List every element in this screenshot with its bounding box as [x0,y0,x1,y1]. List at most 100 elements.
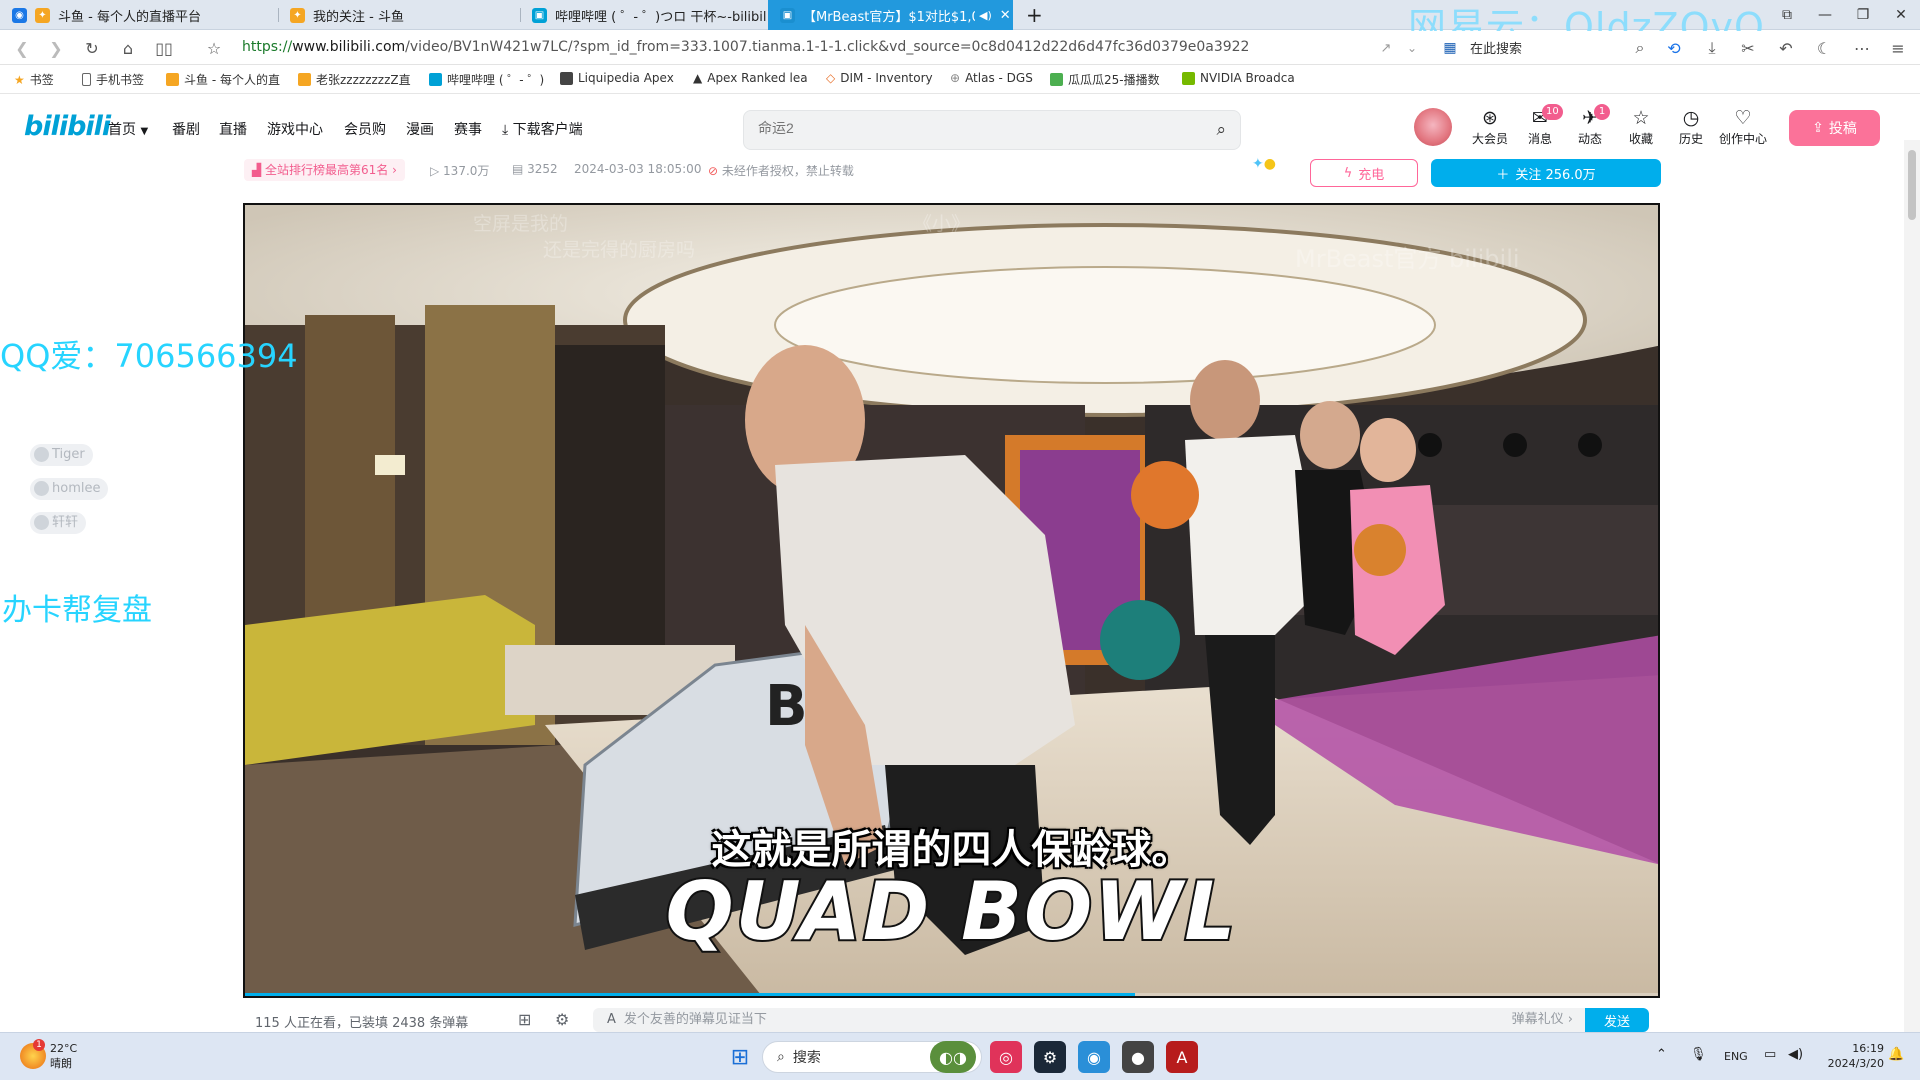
reader-icon[interactable]: ▯▯ [152,36,176,60]
font-style-icon[interactable]: A [607,1012,616,1027]
bookmark-item[interactable]: 瓜瓜瓜25-播播数 [1050,71,1160,88]
autocad-icon[interactable]: A [1166,1041,1198,1073]
netease-music-icon[interactable]: ◎ [990,1041,1022,1073]
dark-mode-icon[interactable]: ☾ [1812,36,1836,60]
forward-icon[interactable]: ❯ [44,36,68,60]
bookmark-item[interactable]: ◇ DIM - Inventory [826,71,933,85]
undo-icon[interactable]: ↶ [1774,36,1798,60]
obs-icon[interactable]: ● [1122,1041,1154,1073]
url-field[interactable]: https://www.bilibili.com/video/BV1nW421w… [242,39,1249,55]
menu-icon[interactable]: ≡ [1886,36,1910,60]
download-icon: ⤓ [502,122,509,138]
bookmark-item[interactable]: 斗鱼 - 每个人的直 [166,71,280,88]
screenshot-icon[interactable]: ✂ [1736,36,1760,60]
weather-widget[interactable]: 22°C 晴朗 [50,1041,77,1071]
bookmark-item[interactable]: Liquipedia Apex [560,71,674,85]
bookmark-item[interactable]: 手机书签 [82,71,144,88]
nav-download-client[interactable]: ⤓ 下载客户端 [502,119,583,139]
header-creator-center[interactable]: ♡ 创作中心 [1718,108,1768,147]
danmaku-count: ▤ 3252 [512,162,558,176]
header-favorites[interactable]: ☆ 收藏 [1619,108,1663,147]
back-icon[interactable]: ❮ [10,36,34,60]
video-progress-bar[interactable] [245,993,1658,996]
bookmark-item[interactable]: ▲ Apex Ranked lea [693,71,808,85]
tab-close-icon[interactable]: ✕ [1000,8,1011,23]
browser-search-box[interactable]: 在此搜索 [1470,38,1522,57]
system-clock[interactable]: 16:19 2024/3/20 [1818,1041,1884,1071]
bookmark-item[interactable]: ★ 书签 [14,71,54,88]
home-icon[interactable]: ⌂ [116,36,140,60]
reload-icon[interactable]: ↻ [80,36,104,60]
search-engine-icon[interactable]: ▦ [1438,36,1462,60]
browser-taskbar-icon[interactable]: ◉ [1078,1041,1110,1073]
nav-home[interactable]: 首页 ▼ [108,119,148,139]
more-icon[interactable]: ⋯ [1850,36,1874,60]
bookmark-item[interactable]: 哔哩哔哩 ( ゜- ゜) [429,71,544,88]
minimize-icon[interactable]: — [1806,0,1844,30]
browser-tab-douyu-follow[interactable]: ✦ 我的关注 - 斗鱼 [278,0,520,30]
address-bar-row: ❮ ❯ ↻ ⌂ ▯▯ ☆ https://www.bilibili.com/vi… [0,31,1920,65]
language-indicator[interactable]: ENG [1724,1050,1748,1063]
guagua-icon [1050,73,1063,86]
windows-start-icon[interactable]: ⊞ [724,1041,756,1073]
history-icon: ◷ [1682,107,1700,129]
header-messages[interactable]: ✉ 消息 10 [1518,104,1563,147]
header-vip[interactable]: ⊛ 大会员 [1468,108,1512,147]
follow-button[interactable]: ＋关注 256.0万 [1431,159,1661,187]
audio-playing-icon[interactable]: ◀) [979,9,992,22]
rank-badge[interactable]: ▟ 全站排行榜最高第61名 › [244,159,405,181]
close-window-icon[interactable]: ✕ [1882,0,1920,30]
steam-icon[interactable]: ⚙ [1034,1041,1066,1073]
search-icon[interactable]: ⌕ [1216,120,1226,140]
creator-icon: ♡ [1734,107,1752,129]
bili-search-input[interactable] [758,120,1198,136]
copyright-notice: ⊘ 未经作者授权，禁止转载 [708,164,854,178]
tab-list-icon[interactable]: ⧉ [1768,0,1806,30]
qq-watermark: QQ爱：706566394 [0,337,298,375]
weather-alert-badge: 1 [33,1039,45,1051]
restore-icon[interactable]: ❐ [1844,0,1882,30]
notification-bell-icon[interactable]: 🔔 [1888,1047,1904,1062]
share-icon[interactable]: ↗ [1374,36,1398,60]
new-tab-button[interactable]: + [1016,0,1050,30]
browser-tab-mrbeast[interactable]: ▣ 【MrBeast官方】$1对比$1,00 ◀) ✕ [768,0,1013,30]
browser-tab-douyu[interactable]: ◉ ✦ 斗鱼 - 每个人的直播平台 [0,0,278,30]
nav-game-center[interactable]: 游戏中心 [267,119,323,139]
bookmark-star-icon[interactable]: ☆ [202,36,226,60]
nav-mall[interactable]: 会员购 [344,119,386,139]
bookmark-item[interactable]: ⊕ Atlas - DGS [950,71,1033,85]
bookmark-item[interactable]: 老张zzzzzzzzZ直 [298,71,411,88]
search-icon[interactable]: ⌕ [1628,36,1652,60]
video-player[interactable]: B 空屏是我的 还是完得的厨房吗 《小》 MrBeast官方 bilibili … [243,203,1660,998]
browser-tab-bilibili[interactable]: ▣ 哔哩哔哩 ( ゜- ゜)つロ 干杯~-bilibili [520,0,766,30]
tray-expand-icon[interactable]: ⌃ [1656,1047,1667,1062]
microphone-icon[interactable]: 🎙 [1690,1047,1707,1062]
nav-esports[interactable]: 赛事 [454,119,482,139]
network-icon[interactable]: ▭ [1764,1047,1776,1062]
avatar[interactable] [1414,108,1452,146]
dropdown-icon[interactable]: ⌄ [1400,36,1424,60]
nav-bangumi[interactable]: 番剧 [172,119,200,139]
bilibili-logo[interactable]: bilibili [24,111,111,142]
nav-live[interactable]: 直播 [219,119,247,139]
volume-icon[interactable]: ◀) [1788,1047,1803,1062]
bili-search-bar: ⌕ [743,110,1241,150]
nav-manga[interactable]: 漫画 [406,119,434,139]
upload-button[interactable]: ⇪ 投稿 [1789,110,1880,146]
send-button[interactable]: 发送 [1585,1008,1649,1032]
danmaku-settings-icon[interactable]: ⚙ [555,1010,569,1029]
translate-icon[interactable]: ⟲ [1662,36,1686,60]
video-progress-fill [245,993,1136,996]
search-highlight-icon[interactable]: ◐◑ [930,1041,976,1073]
page-scrollbar[interactable] [1904,140,1920,1032]
charge-button[interactable]: ϟ 充电 [1310,159,1418,187]
danmaku-etiquette-link[interactable]: 弹幕礼仪 › [1512,1008,1573,1032]
dim-icon: ◇ [826,71,836,85]
danmaku-toggle-icon[interactable]: ⊞ [518,1010,531,1029]
header-dynamic[interactable]: ✈ 动态 1 [1568,104,1612,147]
download-icon[interactable]: ⤓ [1700,36,1724,60]
danmaku-input[interactable]: A 发个友善的弹幕见证当下 弹幕礼仪 › [593,1008,1593,1032]
header-history[interactable]: ◷ 历史 [1669,108,1713,147]
bookmark-item[interactable]: NVIDIA Broadca [1182,71,1295,85]
scrollbar-thumb[interactable] [1908,150,1916,220]
